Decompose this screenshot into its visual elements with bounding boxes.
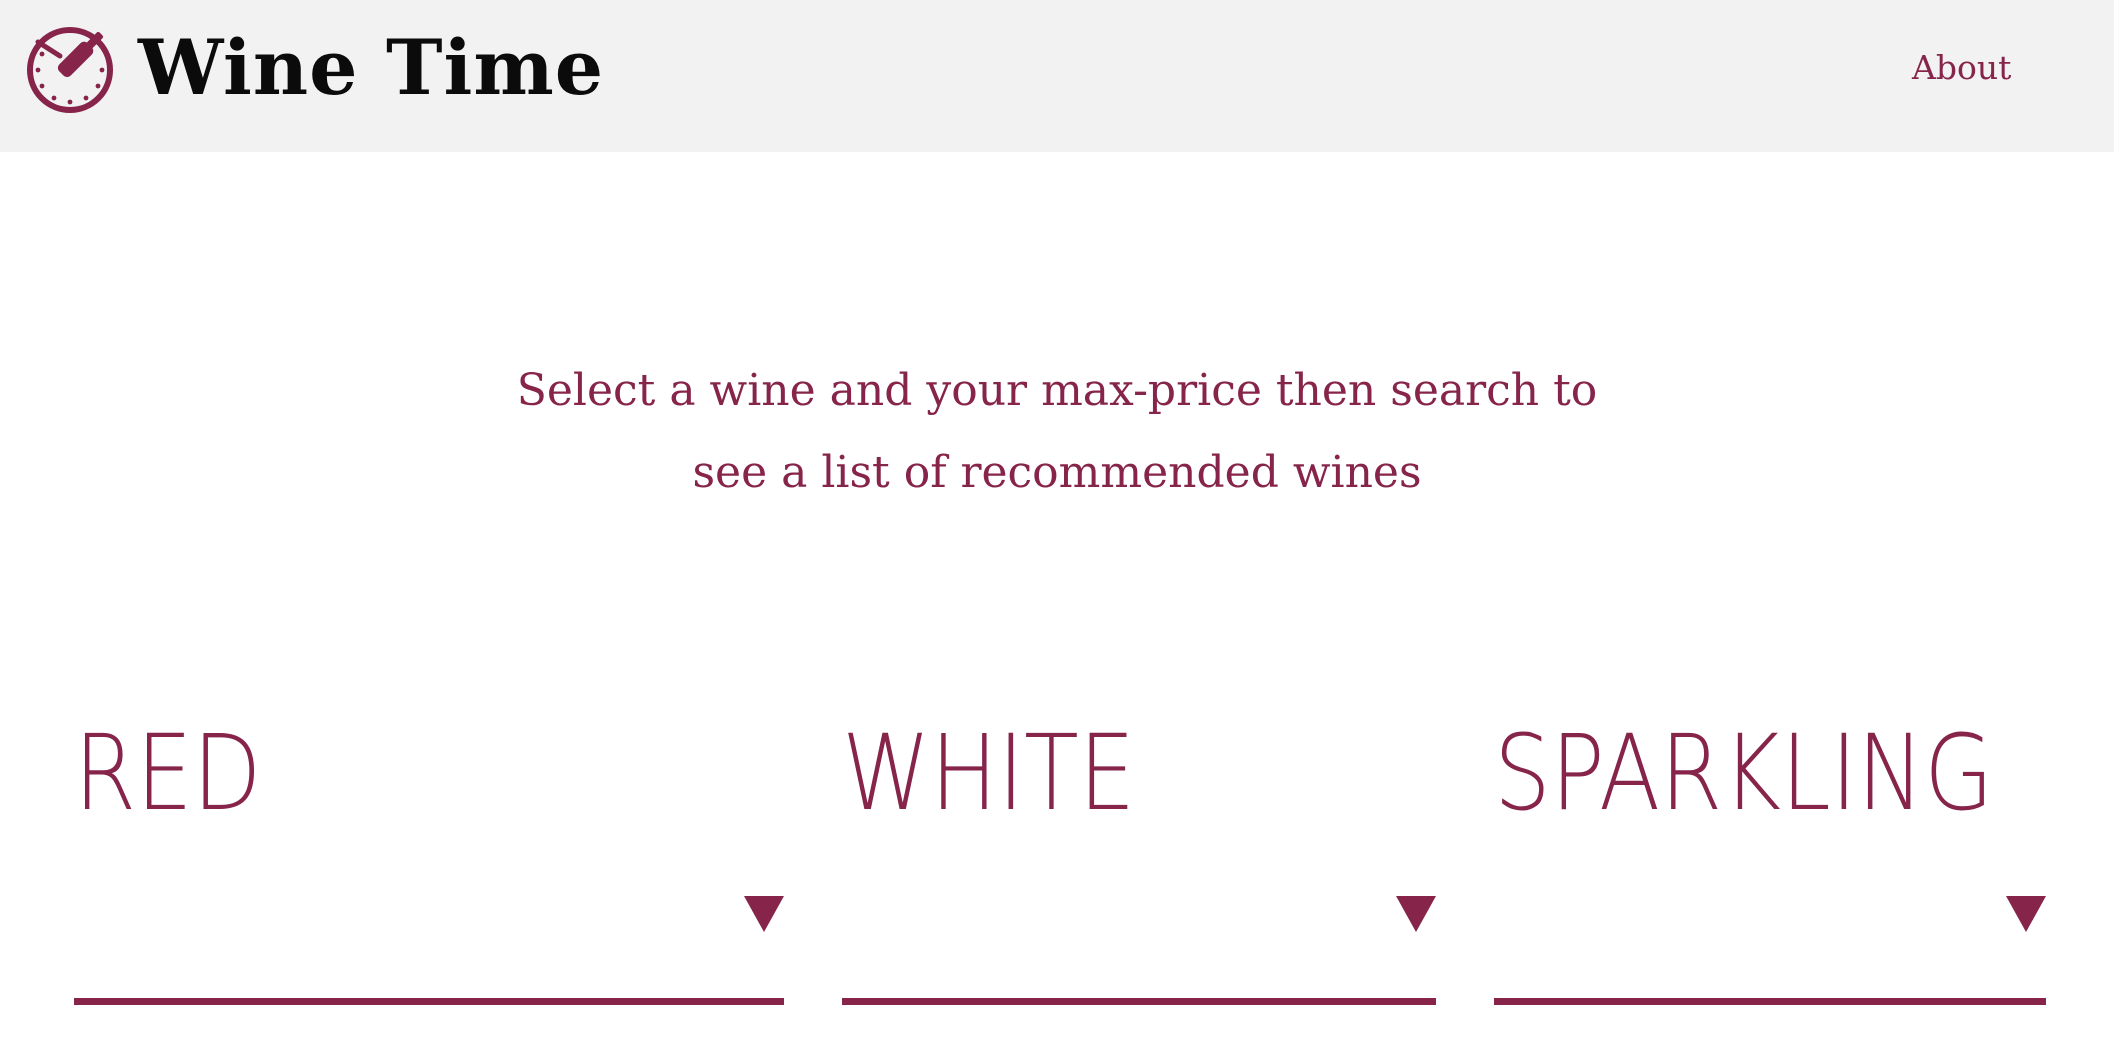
red-select[interactable] xyxy=(74,880,784,1005)
intro-line-1: Select a wine and your max-price then se… xyxy=(516,365,1598,416)
sparkling-select[interactable] xyxy=(1494,880,2046,1005)
intro-text: Select a wine and your max-price then se… xyxy=(457,350,1657,514)
dropdown-arrow-icon[interactable] xyxy=(744,896,784,932)
sparkling-label: SPARKLING xyxy=(1494,712,1994,834)
white-label: WHITE xyxy=(842,712,1136,834)
white-select[interactable] xyxy=(842,880,1436,1005)
clock-wine-bottle-icon[interactable] xyxy=(22,20,118,116)
about-link[interactable]: About xyxy=(1912,46,2011,90)
dropdown-arrow-icon[interactable] xyxy=(1396,896,1436,932)
site-header: Wine Time About xyxy=(0,0,2114,152)
dropdown-arrow-icon[interactable] xyxy=(2006,896,2046,932)
brand-title[interactable]: Wine Time xyxy=(138,18,604,118)
red-label: RED xyxy=(74,712,262,834)
intro-line-2: see a list of recommended wines xyxy=(692,447,1422,498)
